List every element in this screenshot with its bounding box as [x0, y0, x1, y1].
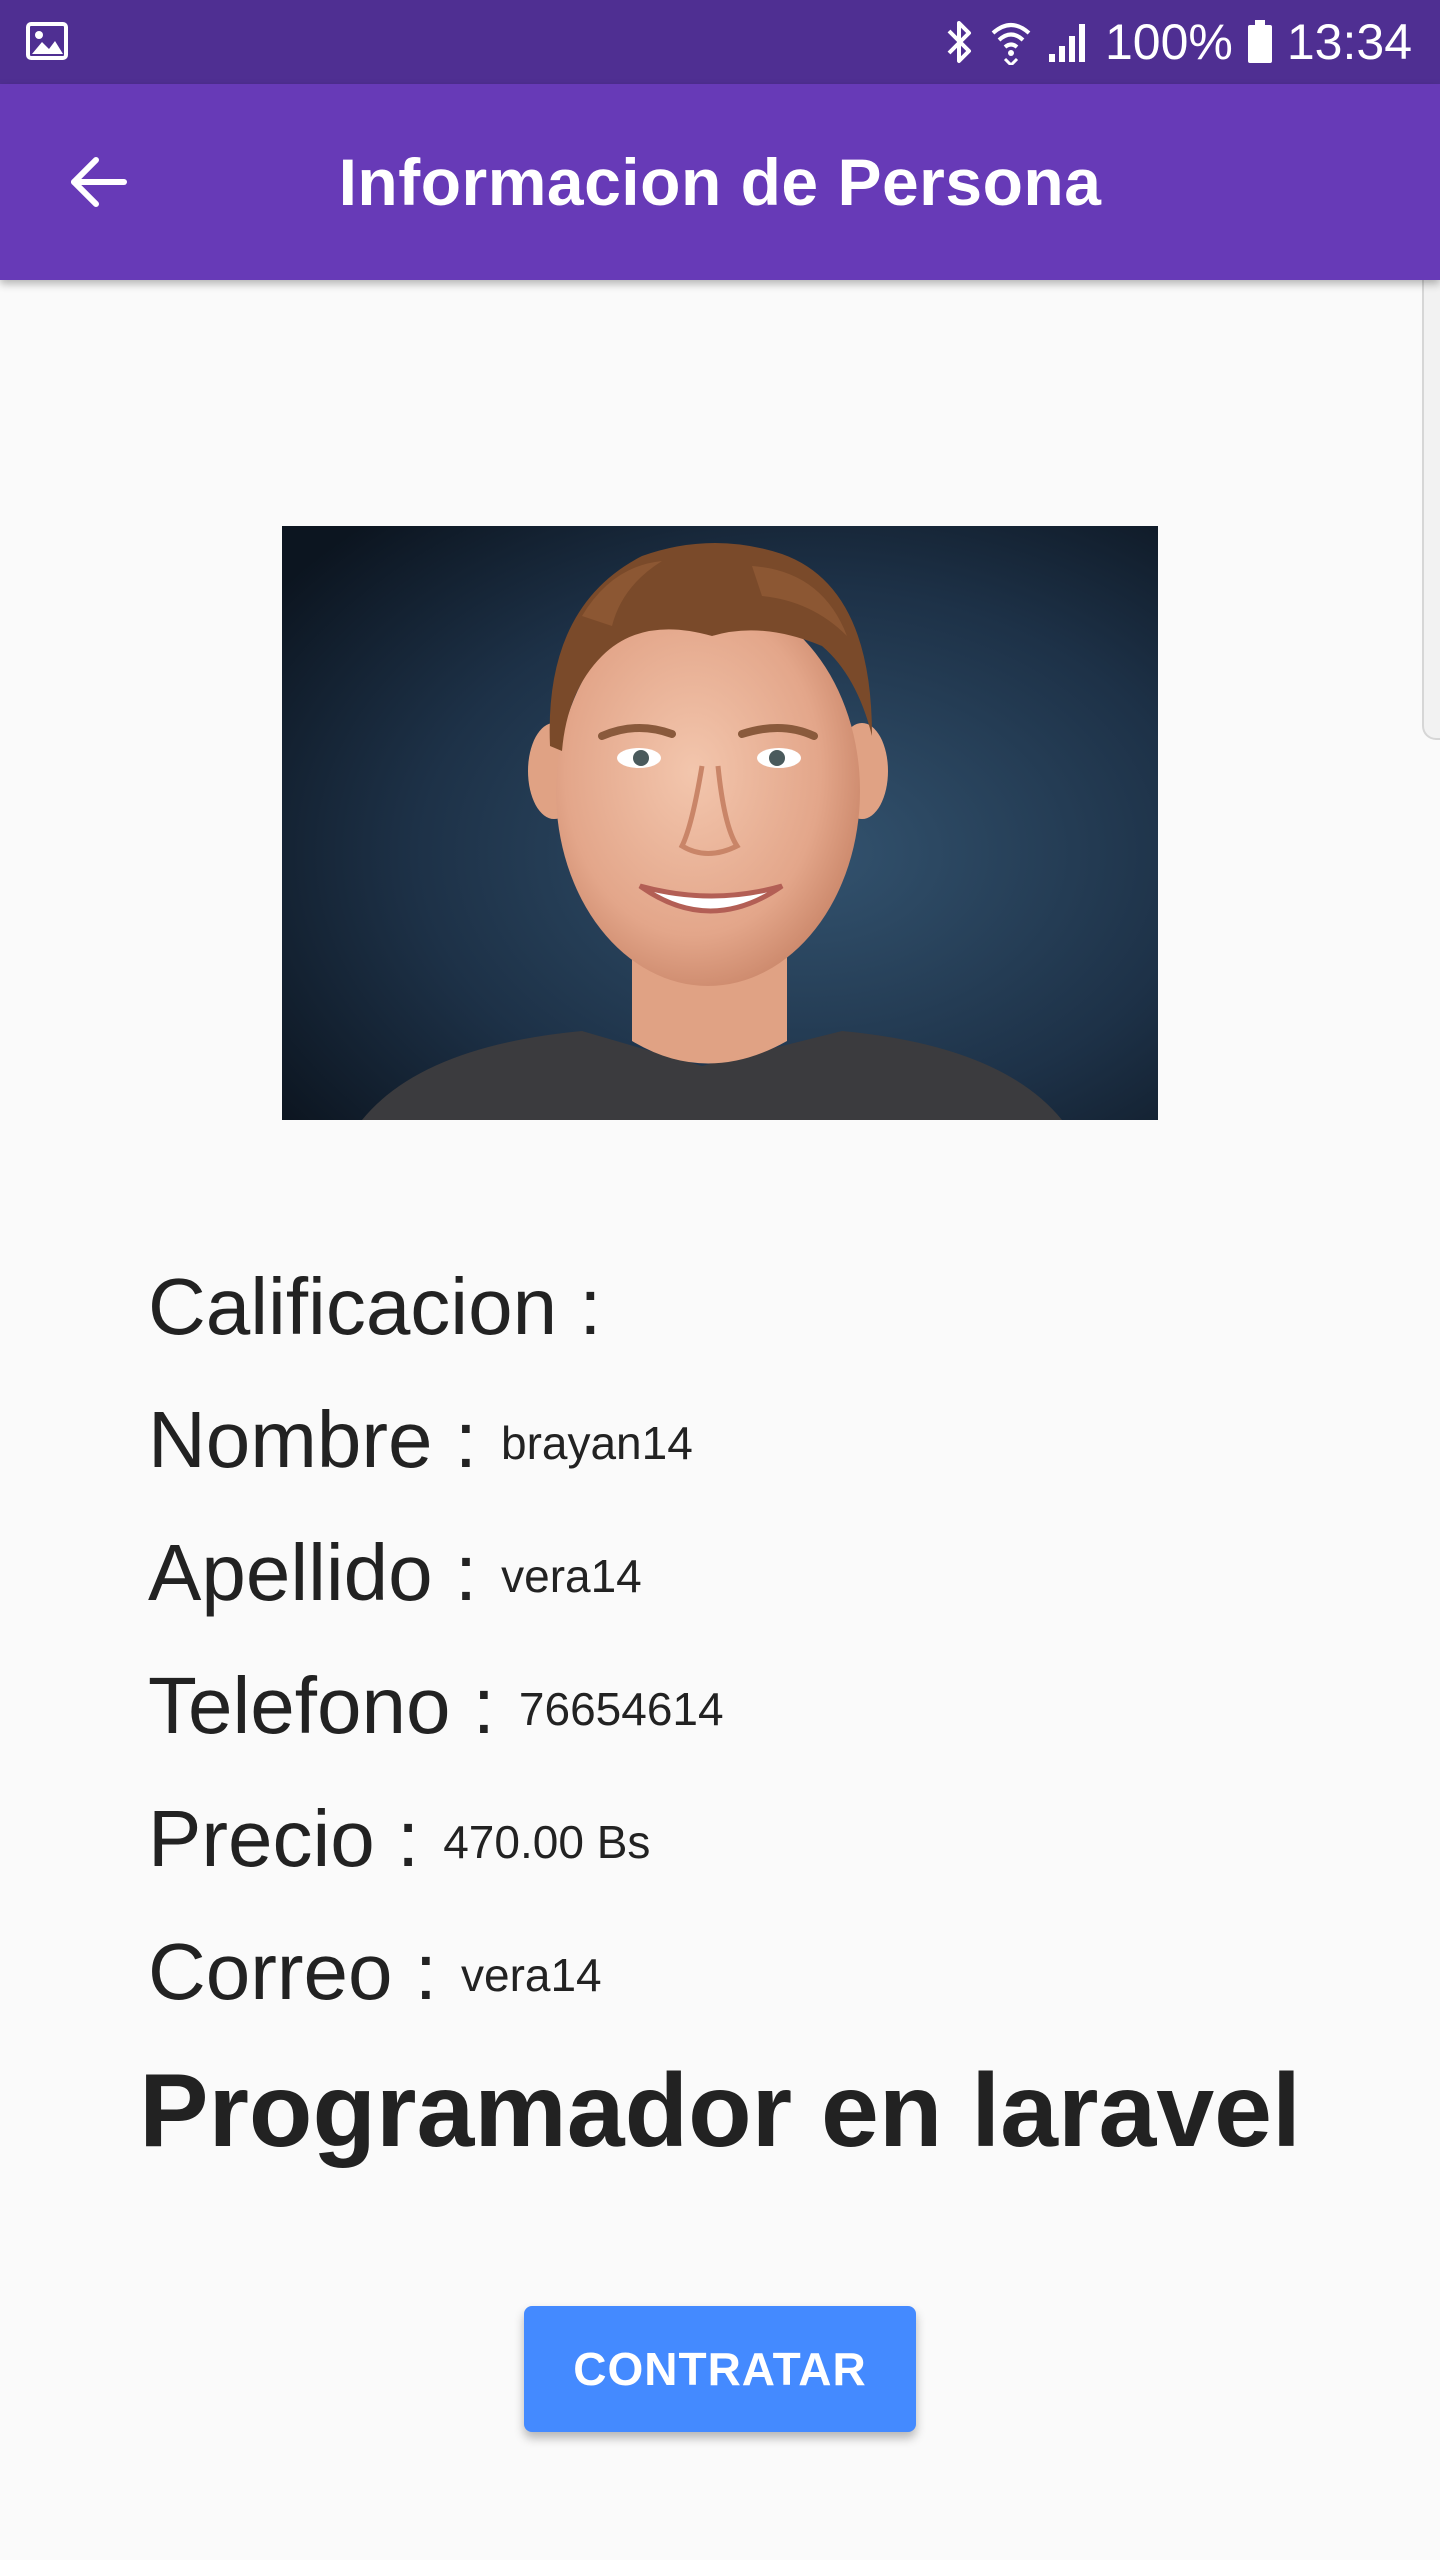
arrow-back-icon	[71, 157, 127, 207]
apellido-value: vera14	[501, 1549, 642, 1602]
edge-panel-handle[interactable]	[1422, 252, 1440, 740]
contratar-button[interactable]: CONTRATAR	[524, 2306, 916, 2432]
bluetooth-icon	[945, 19, 975, 65]
precio-label: Precio :	[148, 1793, 420, 1883]
app-bar: Informacion de Persona	[0, 84, 1440, 280]
field-calificacion: Calificacion :	[148, 1240, 1298, 1373]
nombre-value: brayan14	[500, 1416, 693, 1469]
calificacion-label: Calificacion :	[148, 1261, 602, 1351]
field-apellido: Apellido : vera14	[148, 1506, 1298, 1639]
nombre-label: Nombre :	[148, 1394, 477, 1484]
correo-value: vera14	[460, 1948, 602, 2001]
field-telefono: Telefono : 76654614	[148, 1639, 1298, 1772]
correo-label: Correo :	[148, 1926, 437, 2016]
image-icon	[26, 20, 68, 62]
screen: 100% 13:34 Informacion de Persona Califi…	[0, 0, 1440, 2560]
telefono-label: Telefono :	[148, 1660, 495, 1750]
field-nombre: Nombre : brayan14	[148, 1373, 1298, 1506]
page-title: Informacion de Persona	[338, 145, 1102, 219]
telefono-value: 76654614	[518, 1682, 724, 1735]
profile-photo	[282, 526, 1158, 1120]
status-time: 13:34	[1286, 14, 1412, 70]
status-bar: 100% 13:34	[0, 0, 1440, 84]
field-precio: Precio : 470.00 Bs	[148, 1772, 1298, 1905]
back-button[interactable]	[48, 132, 148, 232]
battery-icon	[1247, 20, 1273, 64]
field-correo: Correo : vera14	[148, 1905, 1298, 2038]
wifi-icon	[989, 19, 1033, 65]
signal-icon	[1047, 20, 1091, 64]
apellido-label: Apellido :	[148, 1527, 478, 1617]
job-title: Programador en laravel	[139, 2053, 1301, 2169]
person-info: Calificacion : Nombre : brayan14 Apellid…	[148, 1240, 1298, 2038]
battery-text: 100%	[1104, 14, 1233, 70]
precio-value: 470.00 Bs	[443, 1815, 651, 1868]
status-icons: 100% 13:34	[945, 0, 1412, 84]
